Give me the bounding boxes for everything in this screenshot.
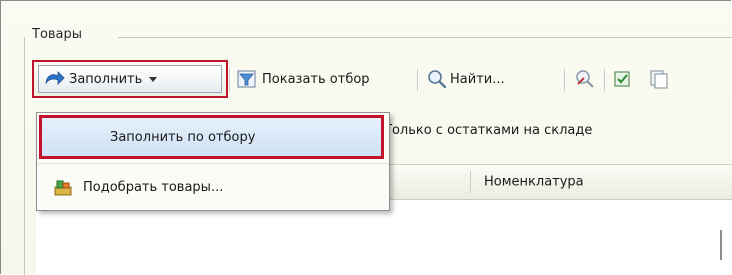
menu-item-label: Заполнить по отбору <box>110 129 256 145</box>
checklist-button[interactable] <box>612 60 634 98</box>
group-border-left <box>24 37 25 275</box>
find-label: Найти... <box>450 71 505 87</box>
only-in-stock-label: Только с остатками на складе <box>384 123 593 138</box>
group-border-top <box>118 37 732 38</box>
fill-arrow-icon <box>45 71 65 85</box>
column-resize-handle[interactable] <box>720 230 722 260</box>
group-title: Товары <box>32 27 83 42</box>
clear-filter-icon <box>576 70 594 88</box>
menu-item-fill-by-filter[interactable]: Заполнить по отбору <box>39 115 384 159</box>
checklist-icon <box>614 71 630 87</box>
more-toolbar-button[interactable] <box>648 60 670 98</box>
clear-filter-button[interactable] <box>574 60 596 98</box>
menu-item-label: Подобрать товары... <box>83 179 224 195</box>
show-filter-label: Показать отбор <box>262 71 370 87</box>
search-icon <box>428 70 447 89</box>
fill-button-face[interactable]: Заполнить <box>38 65 222 93</box>
dropdown-caret-icon[interactable] <box>148 75 158 83</box>
toolbar-separator <box>604 69 605 91</box>
show-filter-icon <box>237 70 256 88</box>
toolbar-separator <box>564 69 565 91</box>
fill-button[interactable]: Заполнить <box>32 60 228 98</box>
show-filter-button[interactable]: Показать отбор <box>236 60 370 98</box>
toolbar-separator <box>229 69 230 91</box>
pick-products-icon <box>54 180 72 196</box>
column-separator <box>470 171 471 193</box>
menu-separator <box>37 163 389 164</box>
find-button[interactable]: Найти... <box>427 60 505 98</box>
fill-button-label: Заполнить <box>69 71 143 87</box>
copy-icon <box>650 70 668 89</box>
menu-item-pick-products[interactable]: Подобрать товары... <box>37 165 389 209</box>
fill-dropdown-menu: Заполнить по отбору Подобрать товары... <box>36 112 390 211</box>
toolbar: Заполнить Показать отбор Найти... <box>32 60 732 98</box>
toolbar-separator <box>417 69 418 91</box>
column-header-nomenclature[interactable]: Номенклатура <box>484 175 584 190</box>
